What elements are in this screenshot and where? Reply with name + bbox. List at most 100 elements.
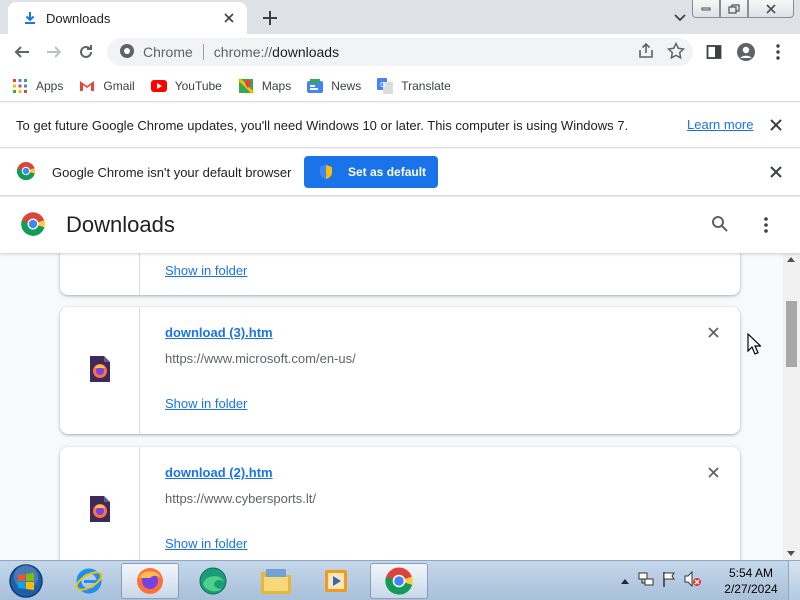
tab-title: Downloads [46, 10, 111, 26]
window-close-button[interactable] [748, 0, 794, 18]
url-text[interactable]: chrome://downloads [214, 44, 339, 60]
tab-close-icon[interactable] [221, 10, 237, 26]
toolbar: Chrome chrome://downloads [0, 34, 800, 70]
network-icon[interactable] [638, 571, 654, 590]
close-icon[interactable] [768, 117, 784, 133]
page-title: Downloads [66, 212, 175, 237]
vertical-scrollbar[interactable] [783, 253, 800, 560]
omnibox-separator [202, 44, 204, 60]
tab-strip: Downloads [0, 0, 800, 34]
firefox-file-icon [89, 355, 111, 386]
download-item: download (3).htm https://www.microsoft.c… [60, 307, 740, 434]
start-button[interactable] [6, 562, 46, 600]
mouse-cursor-icon [747, 332, 762, 358]
chrome-menu-icon[interactable] [764, 38, 792, 66]
address-bar[interactable]: Chrome chrome://downloads [107, 38, 693, 66]
bookmark-label: Gmail [103, 78, 135, 93]
youtube-icon [150, 78, 167, 94]
tab-search-icon[interactable] [670, 8, 690, 28]
bookmark-maps[interactable]: Maps [237, 77, 291, 94]
side-panel-icon[interactable] [700, 38, 728, 66]
back-arrow-icon [14, 46, 29, 58]
new-tab-button[interactable] [258, 6, 282, 30]
taskbar-edge[interactable] [184, 563, 242, 599]
chrome-logo-icon [16, 161, 36, 184]
bookmark-news[interactable]: News [307, 78, 361, 94]
reload-button[interactable] [70, 36, 102, 68]
reload-icon [80, 45, 92, 58]
close-icon[interactable] [768, 164, 784, 180]
show-in-folder-link[interactable]: Show in folder [165, 536, 247, 551]
show-desktop-button[interactable] [788, 561, 800, 600]
download-filename-link[interactable]: download (2).htm [165, 465, 273, 480]
remove-download-icon[interactable] [706, 325, 720, 339]
taskbar-chrome[interactable] [370, 563, 428, 599]
forward-button[interactable] [38, 36, 70, 68]
taskbar-clock[interactable]: 5:54 AM 2/27/2024 [716, 565, 786, 597]
news-icon [307, 78, 324, 94]
bookmark-youtube[interactable]: YouTube [150, 78, 222, 94]
downloads-header: Downloads [0, 197, 800, 253]
remove-download-icon[interactable] [706, 465, 720, 479]
restore-button[interactable] [720, 0, 748, 18]
update-message: To get future Google Chrome updates, you… [16, 117, 629, 133]
scroll-down-arrow-icon[interactable] [787, 551, 795, 556]
tab-downloads[interactable]: Downloads [8, 2, 247, 34]
show-hidden-icons-icon[interactable] [620, 573, 630, 588]
window-controls [692, 0, 794, 18]
omnibox-actions [637, 41, 686, 63]
download-item: Show in folder [60, 253, 740, 295]
site-label: Chrome [143, 44, 193, 60]
scroll-up-arrow-icon[interactable] [787, 257, 795, 262]
bookmark-apps[interactable]: Apps [12, 78, 63, 94]
show-in-folder-link[interactable]: Show in folder [165, 396, 247, 411]
bookmark-label: YouTube [174, 78, 222, 93]
windows-orb-icon [9, 564, 43, 598]
chrome-icon [385, 567, 413, 595]
set-as-default-label: Set as default [348, 165, 427, 179]
download-source-url: https://www.microsoft.com/en-us/ [165, 351, 356, 366]
volume-muted-icon[interactable] [684, 570, 702, 590]
bookmark-label: Translate [401, 78, 451, 93]
chrome-site-icon[interactable] [119, 43, 135, 62]
bookmark-star-icon[interactable] [666, 41, 686, 63]
set-as-default-button[interactable]: Set as default [304, 156, 438, 188]
bookmark-gmail[interactable]: Gmail [79, 78, 135, 94]
default-browser-infobar: Google Chrome isn't your default browser… [0, 149, 800, 196]
file-icon-column [60, 253, 140, 295]
action-center-flag-icon[interactable] [662, 571, 676, 590]
default-browser-message: Google Chrome isn't your default browser [52, 164, 292, 180]
show-in-folder-link[interactable]: Show in folder [165, 263, 247, 278]
scrollbar-thumb[interactable] [786, 301, 797, 367]
bookmark-label: Apps [36, 78, 64, 93]
taskbar-media-player[interactable] [308, 563, 366, 599]
taskbar-file-explorer[interactable] [247, 563, 305, 599]
translate-icon: G [377, 77, 394, 94]
bookmark-translate[interactable]: G Translate [377, 77, 451, 94]
update-infobar: To get future Google Chrome updates, you… [0, 103, 800, 148]
forward-arrow-icon [47, 46, 62, 58]
firefox-file-icon [89, 495, 111, 526]
apps-grid-icon [12, 78, 28, 94]
svg-text:G: G [380, 81, 385, 89]
more-options-icon[interactable] [756, 213, 776, 237]
profile-avatar-icon[interactable] [732, 38, 760, 66]
clock-date: 2/27/2024 [724, 582, 778, 596]
learn-more-link[interactable]: Learn more [687, 117, 753, 132]
file-icon-column [60, 447, 140, 560]
downloads-list: Show in folder download (3).htm https://… [0, 253, 783, 560]
bookmark-label: News [331, 78, 362, 93]
internet-explorer-icon [75, 568, 103, 594]
download-item: download (2).htm https://www.cybersports… [60, 447, 740, 560]
taskbar-firefox[interactable] [121, 563, 179, 599]
search-icon[interactable] [711, 215, 731, 235]
download-filename-link[interactable]: download (3).htm [165, 325, 273, 340]
windows-taskbar: 5:54 AM 2/27/2024 [0, 560, 800, 600]
minimize-button[interactable] [692, 0, 720, 18]
download-source-url: https://www.cybersports.lt/ [165, 491, 316, 506]
taskbar-internet-explorer[interactable] [60, 563, 118, 599]
share-icon[interactable] [637, 42, 655, 63]
download-icon [22, 10, 38, 26]
back-button[interactable] [6, 36, 38, 68]
chrome-logo-icon [20, 211, 46, 240]
